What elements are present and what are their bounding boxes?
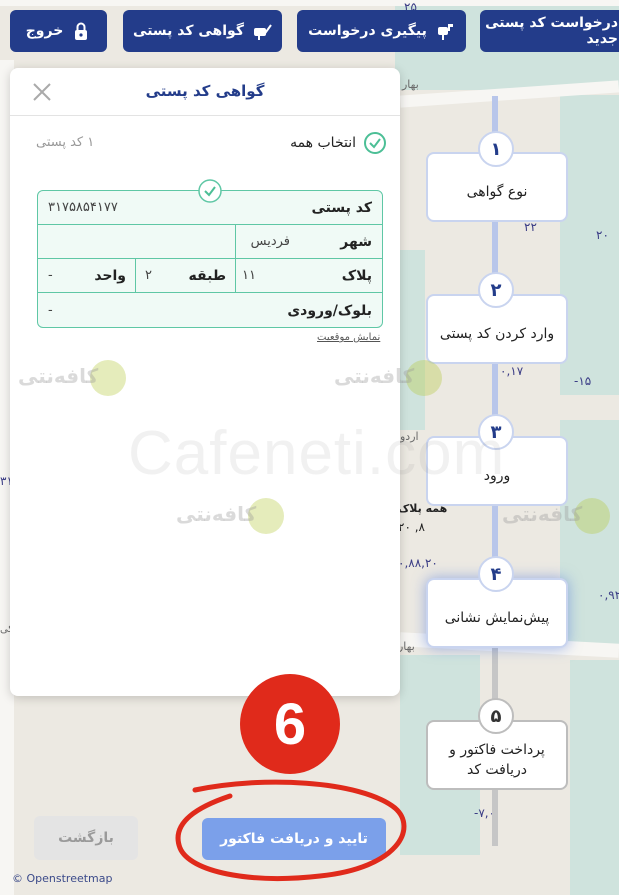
map-block (560, 420, 619, 650)
step-label: نوع گواهی (466, 184, 528, 200)
city-value: فردیس (250, 234, 290, 249)
block-label: بلوک/ورودی (287, 302, 372, 319)
floor-label: طبقه (188, 267, 226, 284)
track-request-button[interactable]: پیگیری درخواست (297, 10, 466, 52)
watermark-small: کافه‌نتی (18, 364, 99, 388)
track-request-label: پیگیری درخواست (308, 23, 427, 39)
cell-divider (135, 259, 136, 292)
postal-code-label: کد پستی (311, 199, 372, 216)
watermark-small: کافه‌نتی (176, 502, 257, 526)
floor-value: ۲ (145, 268, 152, 283)
panel-header: گواهی کد پستی (10, 68, 400, 116)
city-label: شهر (340, 233, 372, 250)
unit-label: واحد (94, 267, 126, 284)
step-label: پیش‌نمایش نشانی (444, 610, 550, 626)
mailbox-check-icon (252, 21, 272, 41)
map-street: بهار (398, 640, 415, 653)
select-all-checkbox[interactable] (364, 132, 386, 154)
certificate-label: گواهی کد پستی (133, 23, 244, 39)
logout-button[interactable]: خروج (10, 10, 107, 52)
select-all-row: انتخاب همه ۱ کد پستی (30, 132, 386, 158)
select-all-label: انتخاب همه (290, 135, 356, 151)
block-value: - (48, 303, 53, 318)
certificate-button[interactable]: گواهی کد پستی (123, 10, 282, 52)
annotation-number: 6 (273, 691, 307, 757)
watermark-small: کافه‌نتی (502, 502, 583, 526)
card-row-postal-code: کد پستی ۳۱۷۵۸۵۴۱۷۷ (38, 191, 382, 225)
step-label: وارد کردن کد پستی (439, 326, 555, 342)
watermark-small: کافه‌نتی (334, 364, 415, 388)
map-number: ۲۰ (596, 228, 609, 242)
top-toolbar: درخواست کد پستی جدید پیگیری درخواست گواه… (0, 10, 619, 54)
map-number: ۲۲ (524, 220, 537, 234)
card-row-block: بلوک/ورودی - (38, 293, 382, 328)
card-row-plate: پلاک ۱۱ طبقه ۲ واحد - (38, 259, 382, 293)
postal-code-card[interactable]: کد پستی ۳۱۷۵۸۵۴۱۷۷ شهر فردیس پلاک ۱۱ طبق… (37, 179, 383, 328)
plate-label: پلاک (341, 267, 372, 284)
new-request-button[interactable]: درخواست کد پستی جدید (480, 10, 619, 52)
lock-icon (71, 21, 91, 41)
map-street: بهار (402, 78, 419, 91)
map-number: -۱۵ (574, 374, 592, 388)
watermark-text: Cafeneti.com (128, 419, 506, 488)
map-attribution[interactable]: © Openstreetmap (12, 872, 113, 885)
back-label: بازگشت (58, 830, 114, 846)
step-annotation-badge: 6 (240, 674, 340, 774)
step-number: ۴ (478, 556, 514, 592)
new-request-label: درخواست کد پستی جدید (485, 15, 618, 47)
map-block (560, 95, 619, 395)
map-road (0, 0, 619, 6)
plate-value: ۱۱ (242, 268, 256, 283)
map-number: ۰,۹۲ (598, 588, 619, 602)
map-number: ۲۰ ,۸ (398, 520, 425, 534)
mailbox-icon (435, 21, 455, 41)
map-number: ۰,۸۸,۲۰ (398, 556, 438, 570)
step-number: ۵ (478, 698, 514, 734)
step-number: ۲ (478, 272, 514, 308)
panel-title: گواهی کد پستی (145, 82, 265, 100)
cell-divider (235, 225, 236, 258)
close-icon[interactable] (30, 80, 54, 104)
back-button[interactable]: بازگشت (34, 816, 138, 860)
step-number: ۱ (478, 131, 514, 167)
map-number: ۰,۱۷ (500, 364, 524, 378)
cell-divider (235, 259, 236, 292)
confirm-label: تایید و دریافت فاکتور (220, 831, 368, 847)
postal-code-value: ۳۱۷۵۸۵۴۱۷۷ (48, 200, 118, 215)
map-block (570, 660, 619, 895)
step-label: پرداخت فاکتور و دریافت کد (449, 742, 545, 778)
show-location-link[interactable]: نمایش موقعیت (317, 332, 380, 343)
unit-value: - (48, 268, 53, 283)
logout-label: خروج (25, 23, 64, 39)
card-row-city: شهر فردیس (38, 225, 382, 259)
confirm-invoice-button[interactable]: تایید و دریافت فاکتور (202, 818, 386, 860)
postal-code-count: ۱ کد پستی (36, 135, 95, 150)
